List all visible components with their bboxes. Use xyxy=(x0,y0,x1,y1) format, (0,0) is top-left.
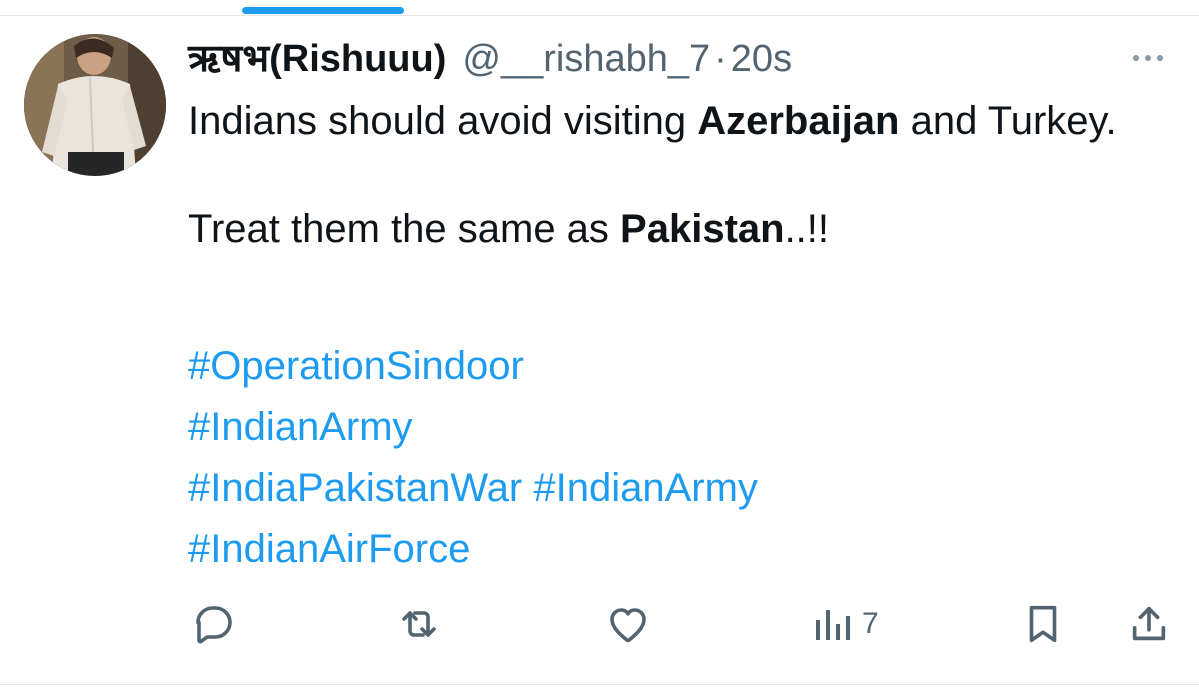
text-segment: Indians should avoid visiting xyxy=(188,99,698,143)
hashtag-link[interactable]: #IndianAirForce xyxy=(188,527,470,571)
bold-text-pakistan: Pakistan xyxy=(620,207,785,251)
top-divider xyxy=(0,15,1199,16)
views-button[interactable]: 7 xyxy=(812,596,879,652)
avatar[interactable] xyxy=(24,34,166,176)
more-horizontal-icon[interactable] xyxy=(1122,44,1174,72)
reply-icon xyxy=(196,606,232,644)
text-segment: and Turkey. xyxy=(899,99,1117,143)
separator-dot: · xyxy=(714,38,727,80)
tweet-header: ऋषभ(Rishuuu) @__rishabh_7 · 20s xyxy=(188,34,792,84)
timestamp[interactable]: 20s xyxy=(731,34,792,84)
hashtag-link[interactable]: #IndianArmy xyxy=(533,466,758,510)
hashtag-list: #OperationSindoor #IndianArmy #IndiaPaki… xyxy=(188,336,1178,580)
bold-text-azerbaijan: Azerbaijan xyxy=(697,99,900,143)
tweet-paragraph-1: Indians should avoid visiting Azerbaijan… xyxy=(188,94,1178,148)
bookmark-button[interactable] xyxy=(1020,596,1066,652)
share-icon xyxy=(1132,606,1166,641)
hashtag-line: #IndianAirForce xyxy=(188,519,1178,580)
display-name[interactable]: ऋषभ(Rishuuu) xyxy=(188,34,446,84)
text-segment: ..!! xyxy=(784,207,830,251)
share-button[interactable] xyxy=(1126,596,1172,652)
like-button[interactable] xyxy=(604,596,652,652)
bookmark-icon xyxy=(1029,605,1057,643)
hashtag-line: #IndiaPakistanWar #IndianArmy xyxy=(188,458,1178,519)
hashtag-link[interactable]: #OperationSindoor xyxy=(188,344,524,388)
tweet-action-bar: 7 xyxy=(0,596,1199,656)
retweet-button[interactable] xyxy=(394,596,444,652)
hashtag-link[interactable]: #IndiaPakistanWar xyxy=(188,466,522,510)
active-tab-indicator xyxy=(242,7,404,14)
retweet-icon xyxy=(402,611,436,637)
hashtag-line: #OperationSindoor xyxy=(188,336,1178,397)
bottom-divider xyxy=(0,684,1199,685)
tweet-text: Indians should avoid visiting Azerbaijan… xyxy=(188,94,1178,256)
heart-icon xyxy=(610,608,646,643)
reply-button[interactable] xyxy=(190,596,238,652)
views-count: 7 xyxy=(862,607,879,640)
user-handle[interactable]: @__rishabh_7 xyxy=(462,34,710,84)
avatar-photo xyxy=(24,34,166,176)
hashtag-link[interactable]: #IndianArmy xyxy=(188,405,413,449)
hashtag-line: #IndianArmy xyxy=(188,397,1178,458)
tweet-paragraph-2: Treat them the same as Pakistan..!! xyxy=(188,202,1178,256)
views-chart-icon xyxy=(816,610,850,640)
text-segment: Treat them the same as xyxy=(188,207,621,251)
